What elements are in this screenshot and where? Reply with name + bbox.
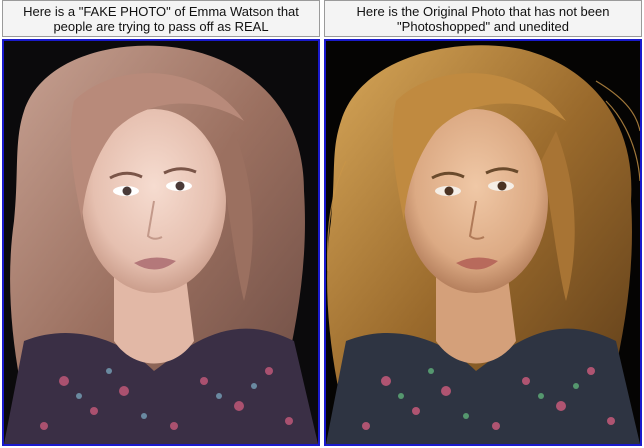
right-portrait-photo — [326, 41, 640, 444]
left-caption: Here is a "FAKE PHOTO" of Emma Watson th… — [2, 0, 320, 37]
right-caption: Here is the Original Photo that has not … — [324, 0, 642, 37]
left-panel: Here is a "FAKE PHOTO" of Emma Watson th… — [2, 0, 320, 448]
right-panel: Here is the Original Photo that has not … — [324, 0, 642, 448]
left-photo-frame — [2, 39, 320, 446]
left-portrait-photo — [4, 41, 318, 444]
right-photo-frame — [324, 39, 642, 446]
